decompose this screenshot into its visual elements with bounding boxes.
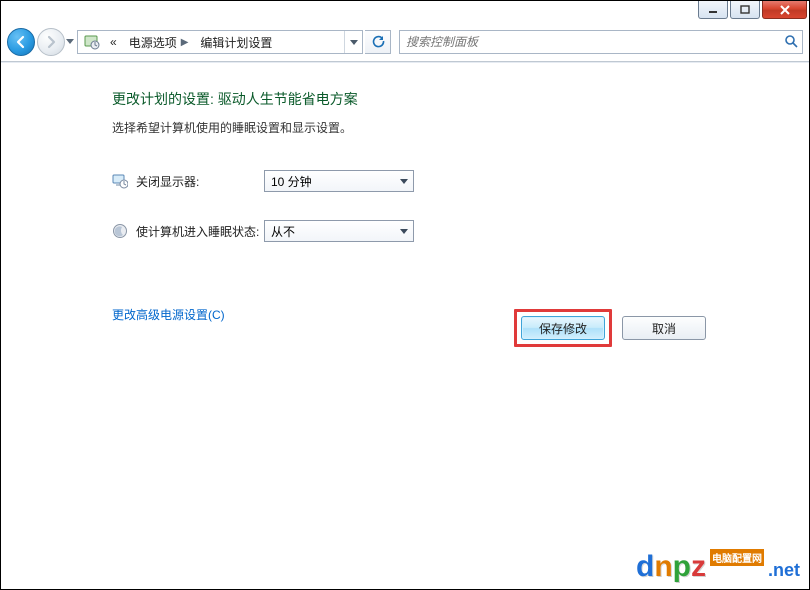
page-subtitle: 选择希望计算机使用的睡眠设置和显示设置。 <box>112 119 808 136</box>
back-button[interactable] <box>7 28 35 56</box>
arrow-right-icon <box>44 35 58 49</box>
refresh-icon <box>371 35 385 49</box>
search-box[interactable] <box>399 30 803 54</box>
content-area: 更改计划的设置: 驱动人生节能省电方案 选择希望计算机使用的睡眠设置和显示设置。… <box>2 63 808 588</box>
control-panel-icon <box>78 31 104 53</box>
breadcrumb-prefix: « <box>104 31 123 53</box>
select-display-off[interactable]: 10 分钟 <box>264 170 414 192</box>
chevron-down-icon <box>350 40 358 45</box>
address-dropdown[interactable] <box>344 31 362 53</box>
maximize-button[interactable] <box>730 1 760 19</box>
monitor-clock-icon <box>112 173 128 189</box>
watermark-letter: p <box>673 552 691 582</box>
setting-row-sleep: 使计算机进入睡眠状态: 从不 <box>112 220 808 242</box>
watermark-logo: d n p z 电脑配置网 .net <box>636 552 800 582</box>
breadcrumb-label: 编辑计划设置 <box>200 34 272 51</box>
minimize-button[interactable] <box>698 1 728 19</box>
button-row: 保存修改 取消 <box>514 309 706 347</box>
watermark-suffix: .net <box>768 560 800 581</box>
breadcrumb-label: 电源选项 <box>129 34 177 51</box>
window-chrome <box>698 1 809 23</box>
watermark-letter: d <box>636 552 654 582</box>
search-input[interactable] <box>404 34 780 50</box>
breadcrumb-item-0[interactable]: 电源选项 ▶ <box>123 31 195 53</box>
close-icon <box>779 5 791 15</box>
cancel-button[interactable]: 取消 <box>622 316 706 340</box>
page-title: 更改计划的设置: 驱动人生节能省电方案 <box>112 89 808 109</box>
chevron-down-icon <box>66 39 74 45</box>
search-icon <box>784 34 798 51</box>
chevron-down-icon <box>395 221 413 241</box>
chevron-down-icon <box>395 171 413 191</box>
advanced-settings-link[interactable]: 更改高级电源设置(C) <box>112 306 225 323</box>
save-button[interactable]: 保存修改 <box>521 316 605 340</box>
setting-label: 关闭显示器: <box>136 173 264 190</box>
watermark-letter: n <box>654 552 672 582</box>
select-sleep[interactable]: 从不 <box>264 220 414 242</box>
watermark-badge: 电脑配置网 <box>710 549 764 566</box>
nav-buttons <box>7 27 69 57</box>
forward-button[interactable] <box>37 28 65 56</box>
address-bar[interactable]: « 电源选项 ▶ 编辑计划设置 <box>77 30 363 54</box>
watermark-letter: z <box>691 552 706 582</box>
nav-history-dropdown[interactable] <box>65 35 75 49</box>
setting-label: 使计算机进入睡眠状态: <box>136 223 264 240</box>
maximize-icon <box>740 5 750 14</box>
save-highlight: 保存修改 <box>514 309 612 347</box>
chevron-right-icon: ▶ <box>181 37 189 48</box>
close-button[interactable] <box>762 1 807 19</box>
breadcrumb-item-1[interactable]: 编辑计划设置 <box>194 31 278 53</box>
toolbar: « 电源选项 ▶ 编辑计划设置 <box>7 25 803 59</box>
moon-icon <box>112 223 128 239</box>
refresh-button[interactable] <box>365 30 391 54</box>
select-value: 10 分钟 <box>271 173 312 190</box>
select-value: 从不 <box>271 223 295 240</box>
minimize-icon <box>708 6 718 14</box>
setting-row-display-off: 关闭显示器: 10 分钟 <box>112 170 808 192</box>
arrow-left-icon <box>14 35 28 49</box>
